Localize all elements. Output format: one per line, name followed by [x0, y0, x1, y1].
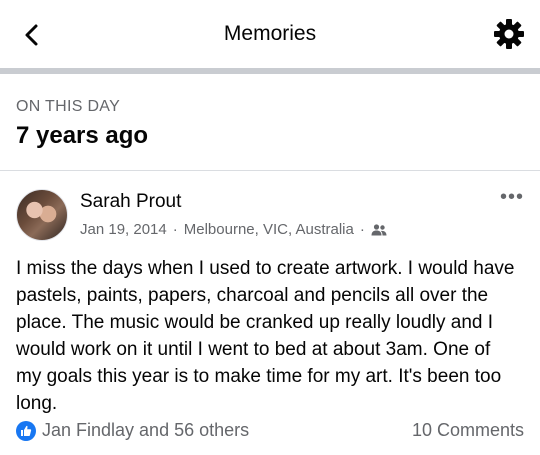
top-bar: Memories	[0, 0, 540, 68]
reactions-text: Jan Findlay and 56 others	[42, 420, 250, 440]
settings-button[interactable]	[492, 17, 526, 51]
post-date[interactable]: Jan 19, 2014	[80, 221, 167, 238]
post-meta: Sarah Prout Jan 19, 2014 · Melbourne, VI…	[80, 191, 387, 238]
years-ago-heading: 7 years ago	[16, 122, 149, 149]
avatar[interactable]	[16, 189, 68, 241]
post-location[interactable]: Melbourne, VIC, Australia	[184, 221, 354, 238]
memory-post: Sarah Prout Jan 19, 2014 · Melbourne, VI…	[0, 171, 540, 417]
separator-dot: ·	[359, 221, 365, 238]
on-this-day-section: ON THIS DAY 7 years ago	[0, 74, 540, 164]
on-this-day-label: ON THIS DAY	[16, 98, 121, 115]
gear-icon	[494, 19, 524, 49]
back-button[interactable]	[16, 20, 46, 50]
author-name[interactable]: Sarah Prout	[80, 191, 387, 213]
post-subline: Jan 19, 2014 · Melbourne, VIC, Australia…	[80, 221, 387, 238]
post-text: I miss the days when I used to create ar…	[16, 258, 515, 414]
page-title: Memories	[223, 22, 317, 45]
separator-dot: ·	[172, 221, 178, 238]
post-footer: Jan Findlay and 56 others 10 Comments	[16, 420, 524, 441]
like-icon	[16, 420, 36, 441]
reactions-summary[interactable]: Jan Findlay and 56 others	[16, 420, 249, 441]
friends-icon[interactable]	[371, 223, 387, 236]
post-header: Sarah Prout Jan 19, 2014 · Melbourne, VI…	[16, 189, 524, 241]
comments-count[interactable]: 10 Comments	[412, 420, 524, 441]
more-options-button[interactable]: •••	[500, 187, 524, 207]
chevron-left-icon	[25, 24, 38, 46]
